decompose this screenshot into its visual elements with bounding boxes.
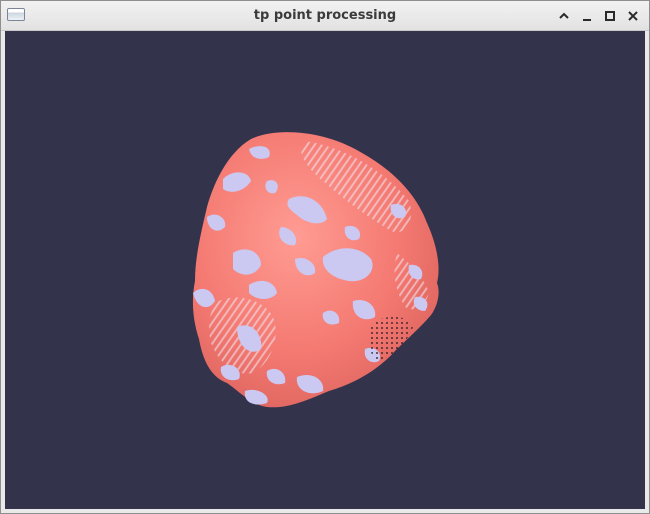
minimize-button[interactable]: [578, 7, 595, 24]
window-title: tp point processing: [253, 8, 397, 23]
head-model-render: [192, 132, 439, 408]
window-controls: [555, 7, 641, 25]
app-window: tp point processing: [0, 0, 650, 514]
render-viewport[interactable]: [5, 31, 645, 509]
title-bar[interactable]: tp point processing: [1, 1, 649, 31]
shade-button[interactable]: [555, 7, 572, 24]
maximize-icon: [604, 10, 615, 21]
close-icon: [627, 10, 638, 21]
minimize-icon: [582, 18, 591, 21]
maximize-button[interactable]: [601, 7, 618, 24]
speckle-region: [368, 316, 413, 361]
chevron-up-icon: [558, 12, 569, 19]
close-button[interactable]: [624, 7, 641, 24]
